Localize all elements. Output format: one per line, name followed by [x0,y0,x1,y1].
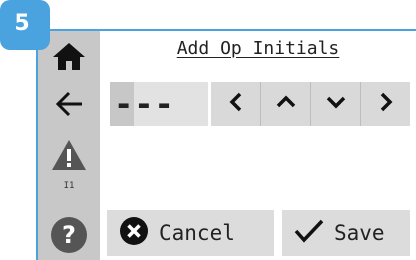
checkmark-icon [294,218,324,248]
cancel-button[interactable]: Cancel [107,210,274,256]
sidebar: I1 ? [38,31,100,260]
back-arrow-icon [54,91,84,117]
back-button[interactable] [38,83,100,125]
arrow-button-group [211,82,410,126]
up-button[interactable] [261,82,311,126]
step-number-badge: 5 [0,0,50,50]
screen: I1 ? 5 Add Op Initials --- Cancel Save [0,0,416,260]
sidebar-small-label: I1 [63,181,75,191]
initials-input[interactable]: --- [110,82,208,126]
cancel-label: Cancel [159,221,235,245]
cancel-icon [119,216,149,250]
help-button[interactable]: ? [38,213,100,257]
warning-button[interactable] [38,135,100,175]
help-icon: ? [50,216,88,254]
svg-text:?: ? [62,221,76,249]
save-label: Save [334,221,385,245]
page-title: Add Op Initials [176,38,340,59]
initials-value: --- [114,85,175,123]
right-button[interactable] [361,82,410,126]
chevron-right-icon [378,91,394,117]
warning-icon [51,139,87,171]
chevron-up-icon [275,94,297,114]
down-button[interactable] [311,82,361,126]
left-button[interactable] [211,82,261,126]
home-icon [52,41,86,71]
chevron-left-icon [228,91,244,117]
chevron-down-icon [325,94,347,114]
save-button[interactable]: Save [282,210,410,256]
